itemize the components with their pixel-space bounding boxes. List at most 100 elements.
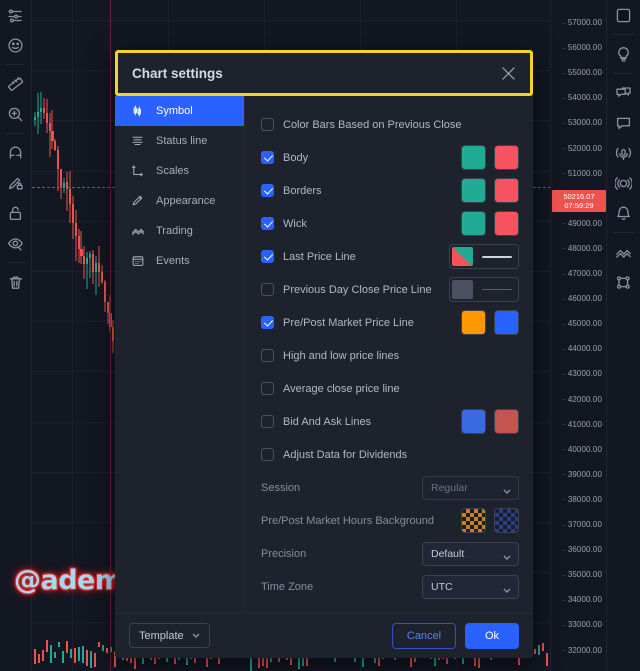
field-row-session: Session Regular — [261, 471, 519, 504]
current-price-value: 50216.07 — [563, 191, 595, 201]
option-label: Last Price Line — [283, 250, 356, 263]
broadcast-mic-icon[interactable] — [607, 138, 640, 168]
candlestick — [86, 650, 88, 666]
option-label: Previous Day Close Price Line — [283, 283, 432, 296]
pencil-lock-icon[interactable] — [0, 168, 31, 198]
candlestick — [90, 651, 92, 668]
eye-hide-icon[interactable] — [0, 228, 31, 258]
object-tree-icon[interactable] — [607, 267, 640, 297]
field-control: Regular — [422, 475, 519, 500]
sidebar-item-status-line[interactable]: Status line — [115, 126, 244, 156]
watchlist-grid-icon[interactable] — [607, 0, 640, 30]
checkbox-color-bars-previous-close[interactable] — [261, 118, 274, 131]
bell-icon[interactable] — [607, 198, 640, 228]
option-label: Adjust Data for Dividends — [283, 448, 408, 461]
checkbox-last-price-line[interactable] — [261, 250, 274, 263]
field-row-pre-post-market-hours-background: Pre/Post Market Hours Background — [261, 504, 519, 537]
color-swatch-bid-ask-lines-down[interactable] — [494, 409, 519, 434]
candlestick — [98, 641, 100, 648]
color-swatch-wick-up[interactable] — [461, 211, 486, 236]
color-swatch-borders-down[interactable] — [494, 178, 519, 203]
cursor-settings-icon[interactable] — [0, 0, 31, 30]
candlestick — [39, 91, 42, 125]
color-swatch-split[interactable] — [452, 280, 473, 299]
chart-app-window: 57000.00 56000.00 55000.00 54000.00 53000.00… — [0, 0, 640, 671]
checkbox-borders[interactable] — [261, 184, 274, 197]
chat-bubbles-icon[interactable] — [607, 78, 640, 108]
trash-icon[interactable] — [0, 267, 31, 297]
color-swatch-split[interactable] — [452, 247, 473, 266]
zoom-in-icon[interactable] — [0, 99, 31, 129]
candlestick — [70, 649, 72, 659]
ok-button[interactable]: Ok — [465, 622, 519, 649]
line-width-preview[interactable] — [478, 280, 516, 299]
color-swatch-pre-post-market-price-line-up[interactable] — [461, 310, 486, 335]
cancel-button[interactable]: Cancel — [392, 622, 456, 649]
price-axis-tick: 53000.00 — [561, 118, 602, 127]
sidebar-item-label: Events — [156, 255, 190, 267]
checkbox-body[interactable] — [261, 151, 274, 164]
status-line-icon — [131, 134, 145, 148]
candlestick — [83, 246, 86, 280]
option-label: Bid And Ask Lines — [283, 415, 372, 428]
line-style-picker-last-price-line[interactable] — [449, 244, 519, 269]
color-swatch-pre-post-market-hours-background-post[interactable] — [494, 508, 519, 533]
color-swatch-borders-up[interactable] — [461, 178, 486, 203]
candlestick — [36, 92, 40, 135]
option-controls — [449, 244, 519, 269]
stream-signal-icon[interactable] — [607, 168, 640, 198]
dialog-sidebar-nav: Symbol Status line Scales Appearance Trading… — [115, 96, 245, 612]
sidebar-item-label: Symbol — [156, 105, 193, 117]
select-value: Regular — [431, 481, 468, 494]
sidebar-item-trading[interactable]: Trading — [115, 216, 244, 246]
color-swatch-body-down[interactable] — [494, 145, 519, 170]
candlestick — [86, 251, 89, 289]
field-control — [461, 508, 519, 533]
select-precision[interactable]: Default — [422, 541, 519, 566]
price-axis-tick: 38000.00 — [561, 495, 602, 504]
checkbox-previous-day-close-price-line[interactable] — [261, 283, 274, 296]
current-price-time: 07:59:29 — [564, 200, 594, 210]
color-swatch-pre-post-market-hours-background-pre[interactable] — [461, 508, 486, 533]
option-controls — [461, 409, 519, 434]
left-toolbar — [0, 0, 32, 671]
option-label: Body — [283, 151, 309, 164]
toolbar-separator — [6, 64, 25, 65]
sidebar-item-scales[interactable]: Scales — [115, 156, 244, 186]
lightbulb-icon[interactable] — [607, 39, 640, 69]
color-swatch-bid-ask-lines-up[interactable] — [461, 409, 486, 434]
color-swatch-wick-down[interactable] — [494, 211, 519, 236]
sidebar-item-symbol[interactable]: Symbol — [115, 96, 244, 126]
price-axis-tick: 34000.00 — [561, 595, 602, 604]
lock-icon[interactable] — [0, 198, 31, 228]
candlestick — [51, 110, 54, 149]
ruler-icon[interactable] — [0, 69, 31, 99]
checkbox-pre-post-market-price-line[interactable] — [261, 316, 274, 329]
line-style-picker-previous-day-close-price-line[interactable] — [449, 277, 519, 302]
candle-icon — [131, 104, 145, 118]
checkbox-adjust-data-dividends[interactable] — [261, 448, 274, 461]
magnet-icon[interactable] — [0, 138, 31, 168]
sidebar-item-appearance[interactable]: Appearance — [115, 186, 244, 216]
color-swatch-pre-post-market-price-line-down[interactable] — [494, 310, 519, 335]
price-axis[interactable]: 57000.00 56000.00 55000.00 54000.00 53000.00… — [550, 0, 606, 671]
sidebar-item-events[interactable]: Events — [115, 246, 244, 276]
price-axis-tick: 42000.00 — [561, 395, 602, 404]
checkbox-high-low-price-lines[interactable] — [261, 349, 274, 362]
trading-chevrons-icon[interactable] — [607, 237, 640, 267]
template-button[interactable]: Template — [129, 623, 210, 648]
price-axis-tick: 55000.00 — [561, 68, 602, 77]
close-icon[interactable] — [498, 63, 518, 83]
select-timezone[interactable]: UTC — [422, 574, 519, 599]
checkbox-wick[interactable] — [261, 217, 274, 230]
dialog-footer: Template Cancel Ok — [115, 612, 533, 658]
price-axis-tick: 36000.00 — [561, 545, 602, 554]
comment-icon[interactable] — [607, 108, 640, 138]
color-swatch-body-up[interactable] — [461, 145, 486, 170]
candlestick — [68, 171, 71, 223]
price-axis-tick: 35000.00 — [561, 570, 602, 579]
checkbox-average-close-price-line[interactable] — [261, 382, 274, 395]
line-width-preview[interactable] — [478, 247, 516, 266]
checkbox-bid-ask-lines[interactable] — [261, 415, 274, 428]
emoji-icon[interactable] — [0, 30, 31, 60]
